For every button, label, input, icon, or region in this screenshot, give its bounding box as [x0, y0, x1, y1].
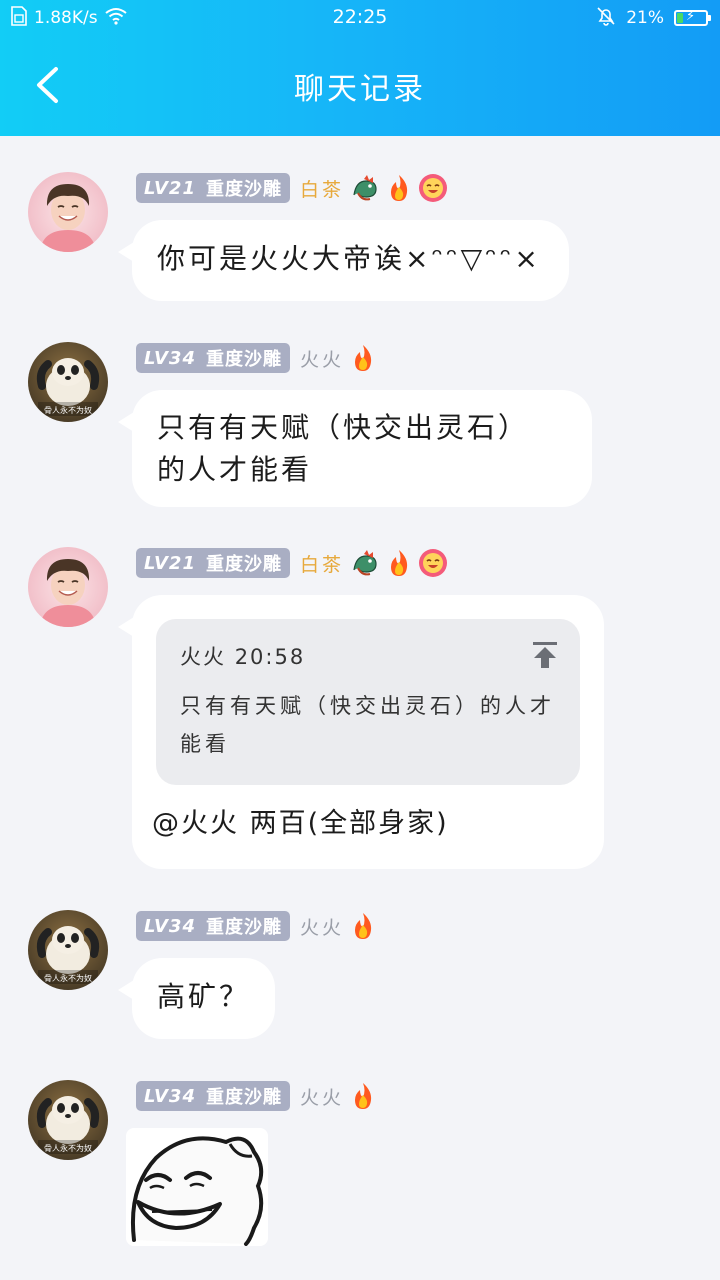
- fire-icon: [386, 548, 412, 578]
- status-bar: 1.88K/s 22:25 21% ⚡: [0, 0, 720, 36]
- level-title: 重度沙雕: [205, 554, 282, 575]
- message-text: 高矿？: [157, 980, 251, 1013]
- avatar[interactable]: [28, 172, 108, 252]
- level-number: LV21: [144, 552, 196, 574]
- level-number: LV34: [144, 1085, 196, 1107]
- smile-flower-icon: [418, 548, 448, 578]
- smile-flower-icon: [418, 173, 448, 203]
- level-title: 重度沙雕: [205, 917, 282, 938]
- level-number: LV21: [144, 177, 196, 199]
- avatar[interactable]: 骨人永不为奴: [28, 342, 108, 422]
- quote-text-line: 只有有天赋（快交出灵石）的人才: [180, 694, 555, 718]
- app-header: 1.88K/s 22:25 21% ⚡ 聊天记录: [0, 0, 720, 136]
- level-badge: LV34 重度沙雕: [136, 343, 290, 373]
- avatar-caption: 骨人永不为奴: [44, 1143, 92, 1153]
- nickname[interactable]: 火火: [300, 1083, 344, 1110]
- level-badge: LV21 重度沙雕: [136, 548, 290, 578]
- quote-header: 火火 20:58: [180, 641, 305, 671]
- level-badge: LV21 重度沙雕: [136, 173, 290, 203]
- nickname[interactable]: 火火: [300, 345, 344, 372]
- arrow-up-to-top-icon: [533, 642, 557, 668]
- level-badge: LV34 重度沙雕: [136, 1081, 290, 1111]
- charging-icon: ⚡: [686, 9, 696, 24]
- quoted-message[interactable]: 火火 20:58 只有有天赋（快交出灵石）的人才 能看: [156, 619, 580, 785]
- battery-icon: ⚡: [674, 9, 711, 26]
- message-text: @火火 两百(全部身家): [152, 808, 449, 839]
- level-title: 重度沙雕: [205, 349, 282, 370]
- message-bubble[interactable]: 高矿？: [118, 958, 275, 1039]
- avatar[interactable]: 骨人永不为奴: [28, 910, 108, 990]
- message-text-line: 只有有天赋（快交出灵石）: [157, 411, 530, 444]
- grinning-face-sticker[interactable]: [126, 1128, 268, 1246]
- avatar-caption: 骨人永不为奴: [44, 973, 92, 983]
- fire-icon: [350, 343, 376, 373]
- fire-icon: [386, 173, 412, 203]
- quote-time: 20:58: [234, 645, 306, 669]
- battery-percent: 21%: [626, 8, 664, 28]
- message-bubble[interactable]: 只有有天赋（快交出灵石） 的人才能看: [118, 390, 592, 507]
- level-badge: LV34 重度沙雕: [136, 911, 290, 941]
- level-number: LV34: [144, 915, 196, 937]
- dragon-icon: [350, 548, 380, 578]
- quote-text: 只有有天赋（快交出灵石）的人才 能看: [180, 687, 556, 763]
- quote-text-line: 能看: [180, 732, 230, 756]
- fire-icon: [350, 1081, 376, 1111]
- nickname[interactable]: 白茶: [300, 550, 344, 577]
- message-bubble[interactable]: 火火 20:58 只有有天赋（快交出灵石）的人才 能看 @火火 两百(全部身家): [118, 595, 604, 869]
- jump-to-original-button[interactable]: [532, 641, 558, 669]
- nickname[interactable]: 火火: [300, 913, 344, 940]
- avatar[interactable]: [28, 547, 108, 627]
- nickname[interactable]: 白茶: [300, 175, 344, 202]
- message-text: 你可是火火大帝诶×ᵔᵔ▽ᵔᵔ×: [157, 242, 541, 275]
- page-title: 聊天记录: [294, 72, 426, 107]
- avatar-caption: 骨人永不为奴: [44, 405, 92, 415]
- message-text-line: 的人才能看: [157, 453, 313, 486]
- level-number: LV34: [144, 347, 196, 369]
- bell-muted-icon: [596, 6, 616, 31]
- dragon-icon: [350, 173, 380, 203]
- message-bubble[interactable]: 你可是火火大帝诶×ᵔᵔ▽ᵔᵔ×: [118, 220, 569, 301]
- battery-level: [677, 13, 683, 23]
- avatar[interactable]: 骨人永不为奴: [28, 1080, 108, 1160]
- level-title: 重度沙雕: [205, 1087, 282, 1108]
- fire-icon: [350, 911, 376, 941]
- quote-author: 火火: [180, 645, 226, 669]
- level-title: 重度沙雕: [205, 179, 282, 200]
